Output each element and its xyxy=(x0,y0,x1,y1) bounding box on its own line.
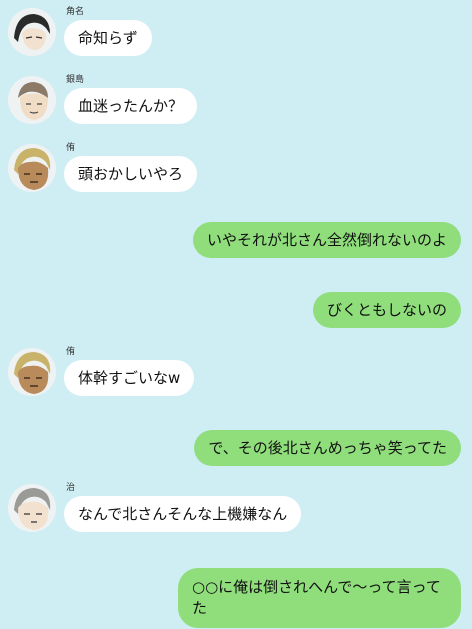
avatar-icon xyxy=(8,8,56,56)
avatar-icon xyxy=(8,348,56,396)
message-bubble[interactable]: で、その後北さんめっちゃ笑ってた xyxy=(194,430,461,466)
avatar[interactable] xyxy=(8,8,56,56)
avatar[interactable] xyxy=(8,144,56,192)
message-bubble[interactable]: びくともしないの xyxy=(312,292,461,328)
message-outgoing: びくともしないの xyxy=(0,292,472,342)
avatar[interactable] xyxy=(8,484,56,532)
message-outgoing: いやそれが北さん全然倒れないのよ xyxy=(0,222,472,272)
message-incoming: 銀島 血迷ったんか？ xyxy=(0,68,472,138)
avatar-icon xyxy=(8,144,56,192)
sender-name: 角名 xyxy=(66,7,85,17)
sender-name: 侑 xyxy=(66,143,76,153)
message-outgoing: で、その後北さんめっちゃ笑ってた xyxy=(0,430,472,480)
message-bubble[interactable]: ○○に俺は倒されへんで～って言ってた xyxy=(178,568,461,628)
message-incoming: 角名 命知らず xyxy=(0,0,472,70)
sender-name: 治 xyxy=(66,483,76,493)
avatar-icon xyxy=(8,484,56,532)
avatar-icon xyxy=(8,76,56,124)
message-bubble[interactable]: なんで北さんそんな上機嫌なん xyxy=(64,496,302,532)
message-bubble[interactable]: 体幹すごいなw xyxy=(64,360,195,396)
message-incoming: 治 なんで北さんそんな上機嫌なん xyxy=(0,476,472,546)
message-bubble[interactable]: 命知らず xyxy=(64,20,152,56)
avatar[interactable] xyxy=(8,348,56,396)
message-incoming: 侑 頭おかしいやろ xyxy=(0,136,472,206)
message-bubble[interactable]: いやそれが北さん全然倒れないのよ xyxy=(192,222,461,258)
sender-name: 銀島 xyxy=(66,75,85,85)
message-bubble[interactable]: 頭おかしいやろ xyxy=(64,156,198,192)
avatar[interactable] xyxy=(8,76,56,124)
chat-area[interactable]: 角名 命知らず 銀島 血迷ったんか？ 侑 頭おかしいやろ いやそれが北さん全然倒… xyxy=(0,0,472,629)
message-incoming: 侑 体幹すごいなw xyxy=(0,340,472,410)
sender-name: 侑 xyxy=(66,347,76,357)
message-bubble[interactable]: 血迷ったんか？ xyxy=(64,88,198,124)
message-outgoing: ○○に俺は倒されへんで～って言ってた xyxy=(0,568,472,629)
